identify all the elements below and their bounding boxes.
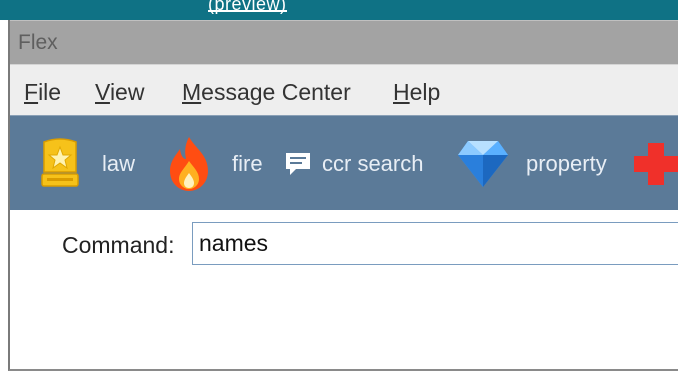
- menu-message-center[interactable]: Message Center: [182, 79, 351, 106]
- menu-help-label: elp: [409, 79, 441, 105]
- toolbar-medical-button[interactable]: [634, 116, 678, 211]
- menu-help-mnemonic: H: [393, 79, 410, 105]
- speech-bubble-icon: [284, 150, 312, 178]
- toolbar: law fire ccr search property: [10, 115, 678, 210]
- toolbar-property-button[interactable]: property: [456, 116, 607, 211]
- toolbar-law-label: law: [102, 150, 136, 176]
- menu-bar: File View Message Center Help: [10, 64, 678, 115]
- toolbar-property-label: property: [526, 150, 607, 176]
- flame-icon: [166, 135, 212, 193]
- title-bar[interactable]: Flex: [10, 20, 678, 64]
- menu-file-label: ile: [38, 79, 62, 105]
- diamond-icon: [456, 139, 510, 189]
- command-panel: Command:: [10, 210, 678, 369]
- menu-file[interactable]: File: [24, 79, 61, 106]
- menu-file-mnemonic: F: [24, 79, 39, 105]
- menu-message-center-label: essage Center: [201, 79, 351, 105]
- toolbar-ccr-search-label: ccr search: [322, 150, 424, 176]
- menu-view-label: iew: [109, 79, 145, 105]
- red-cross-icon: [634, 139, 678, 189]
- menu-help[interactable]: Help: [393, 79, 440, 106]
- menu-view[interactable]: View: [95, 79, 144, 106]
- menu-view-mnemonic: V: [95, 79, 110, 105]
- toolbar-ccr-search-button[interactable]: ccr search: [284, 116, 423, 211]
- toolbar-fire-button[interactable]: fire: [166, 116, 263, 211]
- police-badge-icon: [36, 137, 84, 190]
- menu-message-center-mnemonic: M: [182, 79, 202, 105]
- window-title: Flex: [18, 31, 58, 54]
- toolbar-law-button[interactable]: law: [36, 116, 135, 211]
- toolbar-fire-label: fire: [232, 150, 263, 176]
- background-window-strip: (preview): [0, 0, 678, 20]
- background-window-title: (preview): [208, 0, 287, 14]
- command-label: Command:: [62, 232, 175, 258]
- flex-window: Flex File View Message Center Help law f…: [8, 20, 678, 371]
- command-input[interactable]: [192, 222, 678, 265]
